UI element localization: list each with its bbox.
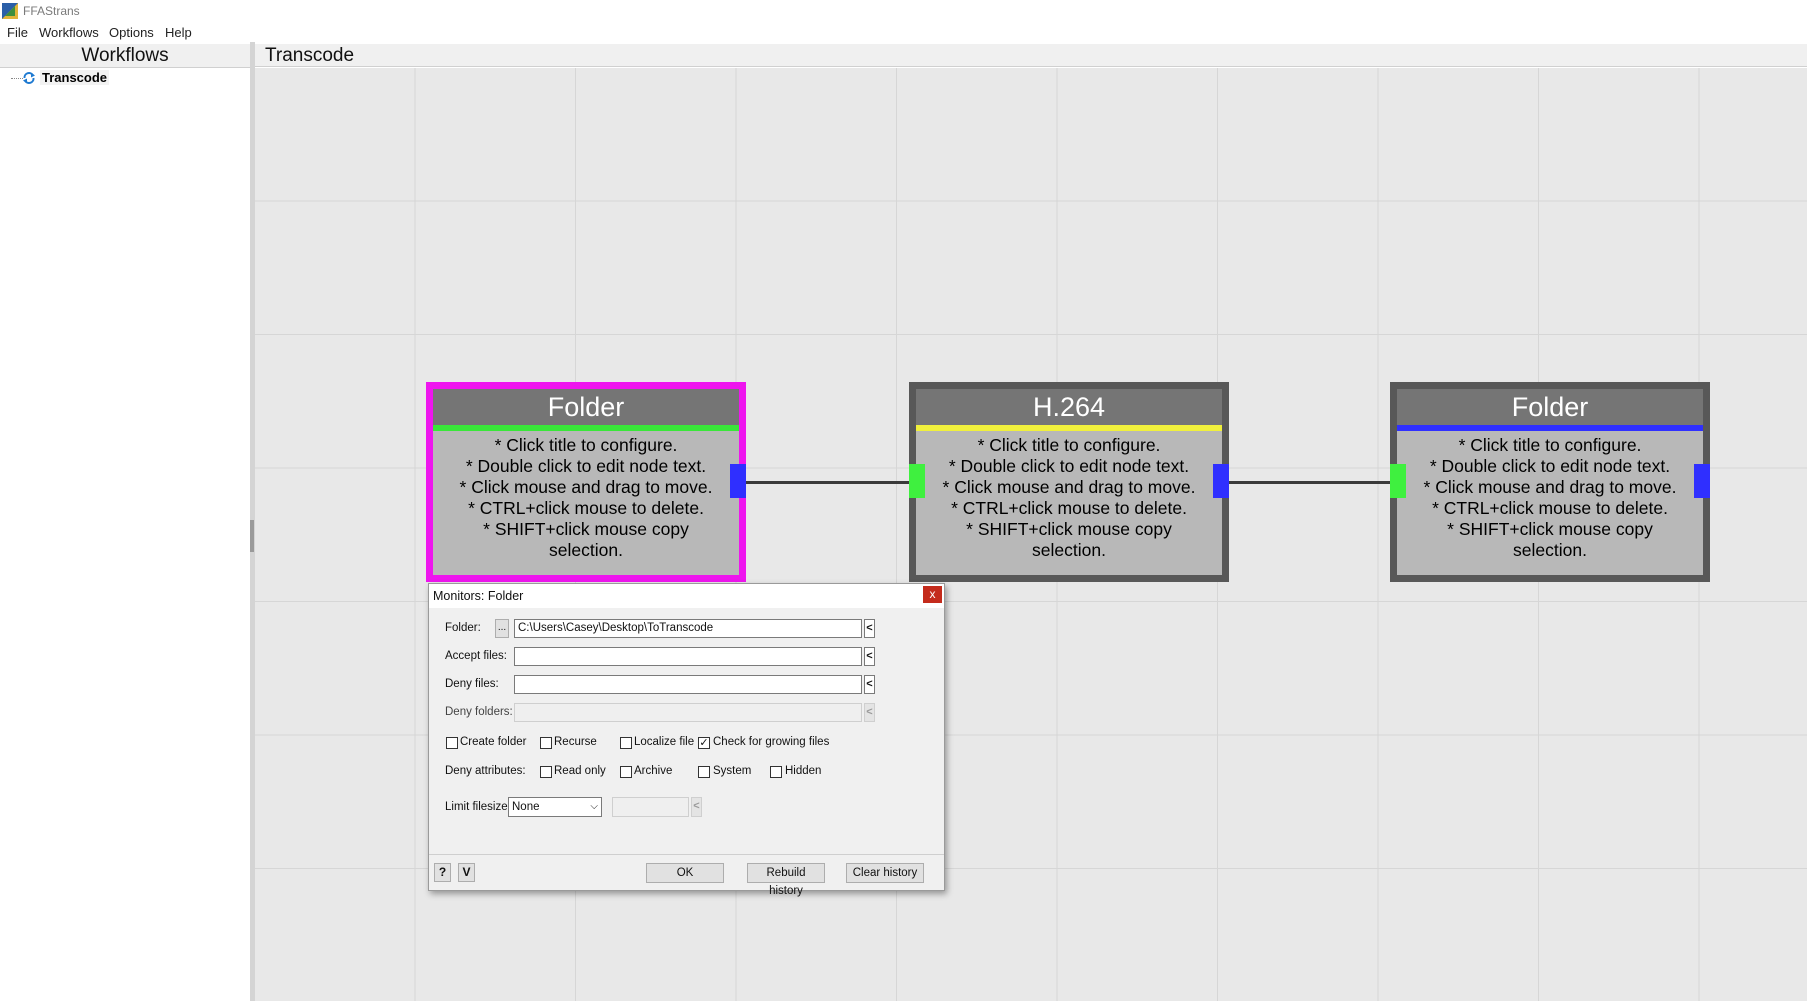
deny-files-input[interactable]: [514, 675, 862, 694]
node-text-line: * Click title to configure.: [494, 435, 678, 455]
folder-input[interactable]: C:\Users\Casey\Desktop\ToTranscode: [514, 619, 862, 638]
workflow-node[interactable]: Folder * Click title to configure. * Dou…: [426, 382, 746, 582]
node-text-line: * Click title to configure.: [1458, 435, 1642, 455]
deny-attributes-label: Deny attributes:: [445, 765, 526, 777]
splitter-grip[interactable]: [250, 520, 254, 552]
checkmark-icon: ✓: [699, 737, 709, 749]
close-icon: x: [929, 587, 936, 601]
node-body[interactable]: * Click title to configure. * Double cli…: [1397, 431, 1703, 575]
limit-size-arrow-button: <: [691, 797, 702, 817]
archive-label: Archive: [634, 765, 673, 777]
read-only-checkbox[interactable]: [540, 766, 552, 778]
create-folder-checkbox[interactable]: [446, 737, 458, 749]
v-button[interactable]: V: [458, 863, 475, 882]
menu-bar: File Workflows Options Help: [0, 22, 1807, 42]
deny-folders-label: Deny folders:: [445, 706, 513, 718]
node-text-line: * Double click to edit node text.: [948, 456, 1190, 476]
ok-button[interactable]: OK: [646, 863, 724, 883]
node-text-line: * Click title to configure.: [977, 435, 1161, 455]
read-only-label: Read only: [554, 765, 606, 777]
node-body[interactable]: * Click title to configure. * Double cli…: [916, 431, 1222, 575]
window-title: FFAStrans: [23, 4, 80, 18]
create-folder-label: Create folder: [460, 736, 527, 748]
close-button[interactable]: x: [923, 586, 942, 603]
menu-workflows[interactable]: Workflows: [39, 25, 99, 40]
node-link: [1229, 481, 1393, 484]
browse-button[interactable]: ...: [495, 619, 509, 638]
refresh-icon: [23, 72, 35, 84]
menu-options[interactable]: Options: [109, 25, 154, 40]
dialog-title-bar[interactable]: Monitors: Folder x: [429, 584, 944, 608]
check-growing-files-label: Check for growing files: [713, 736, 830, 748]
node-title[interactable]: Folder: [433, 389, 739, 425]
output-port[interactable]: [1694, 464, 1710, 498]
deny-folders-arrow-button: <: [864, 703, 875, 722]
node-link: [746, 481, 910, 484]
clear-history-button[interactable]: Clear history: [846, 863, 924, 883]
workflows-header: Workflows: [0, 44, 250, 68]
limit-filesize-select[interactable]: None ⌵: [508, 797, 602, 817]
limit-size-input: [612, 797, 689, 817]
limit-filesize-value: None: [512, 801, 540, 813]
dialog-separator: [429, 854, 944, 855]
title-bar: FFAStrans: [0, 0, 1807, 22]
monitors-folder-dialog: Monitors: Folder x Folder: ... C:\Users\…: [428, 583, 945, 897]
accept-files-label: Accept files:: [445, 650, 507, 662]
localize-file-checkbox[interactable]: [620, 737, 632, 749]
limit-filesize-label: Limit filesize:: [445, 801, 511, 813]
node-text-line: * SHIFT+click mouse copy: [966, 519, 1172, 539]
node-text-line: * Click mouse and drag to move.: [1423, 477, 1677, 497]
output-port[interactable]: [1213, 464, 1229, 498]
check-growing-files-checkbox[interactable]: ✓: [698, 737, 710, 749]
deny-files-arrow-button[interactable]: <: [864, 675, 875, 694]
localize-file-label: Localize file: [634, 736, 695, 748]
node-text-line: * Click mouse and drag to move.: [942, 477, 1196, 497]
deny-folders-input: [514, 703, 862, 722]
menu-file[interactable]: File: [7, 25, 28, 40]
node-text-line: selection.: [549, 540, 623, 560]
accept-files-input[interactable]: [514, 647, 862, 666]
workflows-panel: Workflows Transcode: [0, 42, 250, 1001]
node-text-line: * SHIFT+click mouse copy: [483, 519, 689, 539]
input-port[interactable]: [909, 464, 925, 498]
node-text-line: * CTRL+click mouse to delete.: [468, 498, 704, 518]
node-text-line: * CTRL+click mouse to delete.: [1432, 498, 1668, 518]
chevron-down-icon: ⌵: [590, 801, 598, 812]
recurse-label: Recurse: [554, 736, 597, 748]
dialog-title: Monitors: Folder: [433, 589, 524, 603]
workflow-node[interactable]: Folder * Click title to configure. * Dou…: [1390, 382, 1710, 582]
hidden-checkbox[interactable]: [770, 766, 782, 778]
archive-checkbox[interactable]: [620, 766, 632, 778]
rebuild-history-button[interactable]: Rebuild history: [747, 863, 825, 897]
system-checkbox[interactable]: [698, 766, 710, 778]
deny-files-label: Deny files:: [445, 678, 499, 690]
node-title[interactable]: Folder: [1397, 389, 1703, 425]
node-text-line: * Double click to edit node text.: [465, 456, 707, 476]
node-text-line: * Double click to edit node text.: [1429, 456, 1671, 476]
hidden-label: Hidden: [785, 765, 822, 777]
menu-help[interactable]: Help: [165, 25, 192, 40]
node-title[interactable]: H.264: [916, 389, 1222, 425]
accept-files-arrow-button[interactable]: <: [864, 647, 875, 666]
node-text-line: * Click mouse and drag to move.: [459, 477, 713, 497]
node-text-line: selection.: [1513, 540, 1587, 560]
node-text-line: * SHIFT+click mouse copy: [1447, 519, 1653, 539]
node-text-line: * CTRL+click mouse to delete.: [951, 498, 1187, 518]
output-port[interactable]: [730, 464, 746, 498]
folder-label: Folder:: [445, 622, 481, 634]
app-logo-icon: [2, 3, 18, 19]
help-button[interactable]: ?: [434, 863, 451, 882]
system-label: System: [713, 765, 752, 777]
folder-arrow-button[interactable]: <: [864, 619, 875, 638]
input-port[interactable]: [1390, 464, 1406, 498]
workflow-item-transcode[interactable]: Transcode: [40, 70, 110, 85]
node-text-line: selection.: [1032, 540, 1106, 560]
recurse-checkbox[interactable]: [540, 737, 552, 749]
node-body[interactable]: * Click title to configure. * Double cli…: [433, 431, 739, 575]
workflow-title: Transcode: [255, 44, 1807, 67]
workflow-node[interactable]: H.264 * Click title to configure. * Doub…: [909, 382, 1229, 582]
